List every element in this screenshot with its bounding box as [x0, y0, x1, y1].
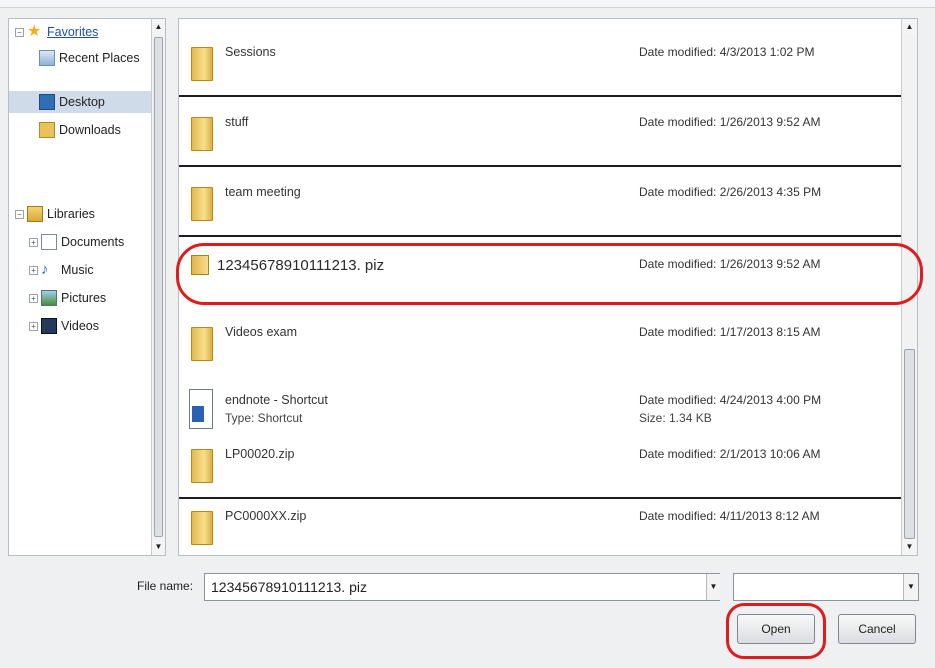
nav-recent-places[interactable]: Recent Places — [39, 47, 140, 69]
documents-icon — [41, 234, 57, 250]
nav-pictures-label: Pictures — [61, 291, 107, 305]
zip-folder-icon — [191, 449, 213, 483]
pictures-icon — [41, 290, 57, 306]
nav-scroll-thumb[interactable] — [154, 37, 163, 537]
file-date: Date modified: 2/26/2013 4:35 PM — [639, 185, 822, 199]
folder-icon — [191, 47, 213, 81]
nav-favorites-label: Favorites — [47, 25, 99, 39]
collapse-icon[interactable]: − — [15, 27, 24, 37]
nav-pictures[interactable]: + Pictures — [29, 287, 106, 309]
libraries-icon — [27, 206, 43, 222]
star-icon: ★ — [27, 23, 42, 40]
scroll-up-icon[interactable]: ▲ — [902, 19, 917, 35]
zip-folder-icon — [191, 511, 213, 545]
file-row[interactable]: Sessions Date modified: 4/3/2013 1:02 PM — [179, 29, 917, 97]
file-row[interactable]: stuff Date modified: 1/26/2013 9:52 AM — [179, 99, 917, 167]
document-icon — [189, 389, 213, 429]
scroll-up-icon[interactable]: ▲ — [152, 19, 165, 35]
filter-dropdown-arrow-icon[interactable]: ▼ — [903, 574, 918, 600]
file-type: Type: Shortcut — [225, 411, 303, 425]
file-date: Date modified: 1/26/2013 9:52 AM — [639, 115, 821, 129]
file-name: Videos exam — [225, 325, 298, 339]
dialog-top-edge — [0, 0, 935, 8]
row-divider — [179, 165, 917, 167]
file-row[interactable]: Videos exam Date modified: 1/17/2013 8:1… — [179, 309, 917, 377]
videos-icon — [41, 318, 57, 334]
file-name-input[interactable] — [204, 573, 720, 601]
nav-scrollbar[interactable]: ▲ ▼ — [151, 19, 165, 555]
highlight-annotation-open — [726, 603, 826, 659]
open-file-dialog: − ★ Favorites Recent Places Desktop Down… — [0, 0, 935, 668]
file-date: Date modified: 4/3/2013 1:02 PM — [639, 45, 815, 59]
file-size: Size: 1.34 KB — [639, 411, 712, 425]
folder-icon — [191, 327, 213, 361]
nav-libraries[interactable]: − Libraries — [15, 203, 95, 225]
cancel-button[interactable]: Cancel — [838, 614, 916, 644]
scroll-down-icon[interactable]: ▼ — [902, 539, 917, 555]
row-divider — [179, 95, 917, 97]
file-name: endnote - Shortcut — [225, 393, 328, 407]
navigation-pane: − ★ Favorites Recent Places Desktop Down… — [8, 18, 166, 556]
nav-downloads-label: Downloads — [59, 123, 121, 137]
file-list-scroll-thumb[interactable] — [904, 349, 915, 539]
nav-music-label: Music — [61, 263, 94, 277]
nav-recent-places-label: Recent Places — [59, 51, 140, 65]
nav-desktop-label: Desktop — [59, 95, 105, 109]
music-note-icon: ♪ — [41, 261, 49, 278]
recent-places-icon — [39, 50, 55, 66]
desktop-icon — [39, 94, 55, 110]
file-date: Date modified: 4/11/2013 8:12 AM — [639, 509, 820, 523]
file-date: Date modified: 4/24/2013 4:00 PM — [639, 393, 822, 407]
file-name: PC0000XX.zip — [225, 509, 307, 523]
nav-documents-label: Documents — [61, 235, 125, 249]
nav-videos-label: Videos — [61, 319, 99, 333]
expand-icon[interactable]: + — [29, 321, 38, 331]
file-name-label: File name: — [137, 579, 194, 593]
folder-icon — [191, 187, 213, 221]
file-name: Sessions — [225, 45, 276, 59]
nav-documents[interactable]: + Documents — [29, 231, 124, 253]
expand-icon[interactable]: + — [29, 293, 38, 303]
folder-icon — [191, 117, 213, 151]
file-date: Date modified: 2/1/2013 10:06 AM — [639, 447, 821, 461]
file-name: team meeting — [225, 185, 301, 199]
file-row[interactable]: LP00020.zip Date modified: 2/1/2013 10:0… — [179, 431, 917, 499]
file-row[interactable]: team meeting Date modified: 2/26/2013 4:… — [179, 169, 917, 237]
nav-favorites[interactable]: − ★ Favorites — [15, 21, 98, 43]
file-date: Date modified: 1/17/2013 8:15 AM — [639, 325, 821, 339]
nav-music[interactable]: + ♪ Music — [29, 259, 94, 281]
highlight-annotation-file — [176, 243, 923, 305]
scroll-down-icon[interactable]: ▼ — [152, 539, 165, 555]
file-name-dropdown-arrow-icon[interactable]: ▼ — [706, 574, 720, 600]
file-name: LP00020.zip — [225, 447, 295, 461]
expand-icon[interactable]: + — [29, 237, 38, 247]
file-type-filter[interactable] — [733, 573, 919, 601]
nav-desktop[interactable]: Desktop — [9, 91, 154, 113]
file-name: stuff — [225, 115, 249, 129]
row-divider — [179, 235, 917, 237]
downloads-icon — [39, 122, 55, 138]
nav-videos[interactable]: + Videos — [29, 315, 99, 337]
expand-icon[interactable]: + — [29, 265, 38, 275]
file-row[interactable]: PC0000XX.zip Date modified: 4/11/2013 8:… — [179, 493, 917, 555]
nav-downloads[interactable]: Downloads — [39, 119, 121, 141]
collapse-icon[interactable]: − — [15, 209, 24, 219]
nav-libraries-label: Libraries — [47, 207, 95, 221]
